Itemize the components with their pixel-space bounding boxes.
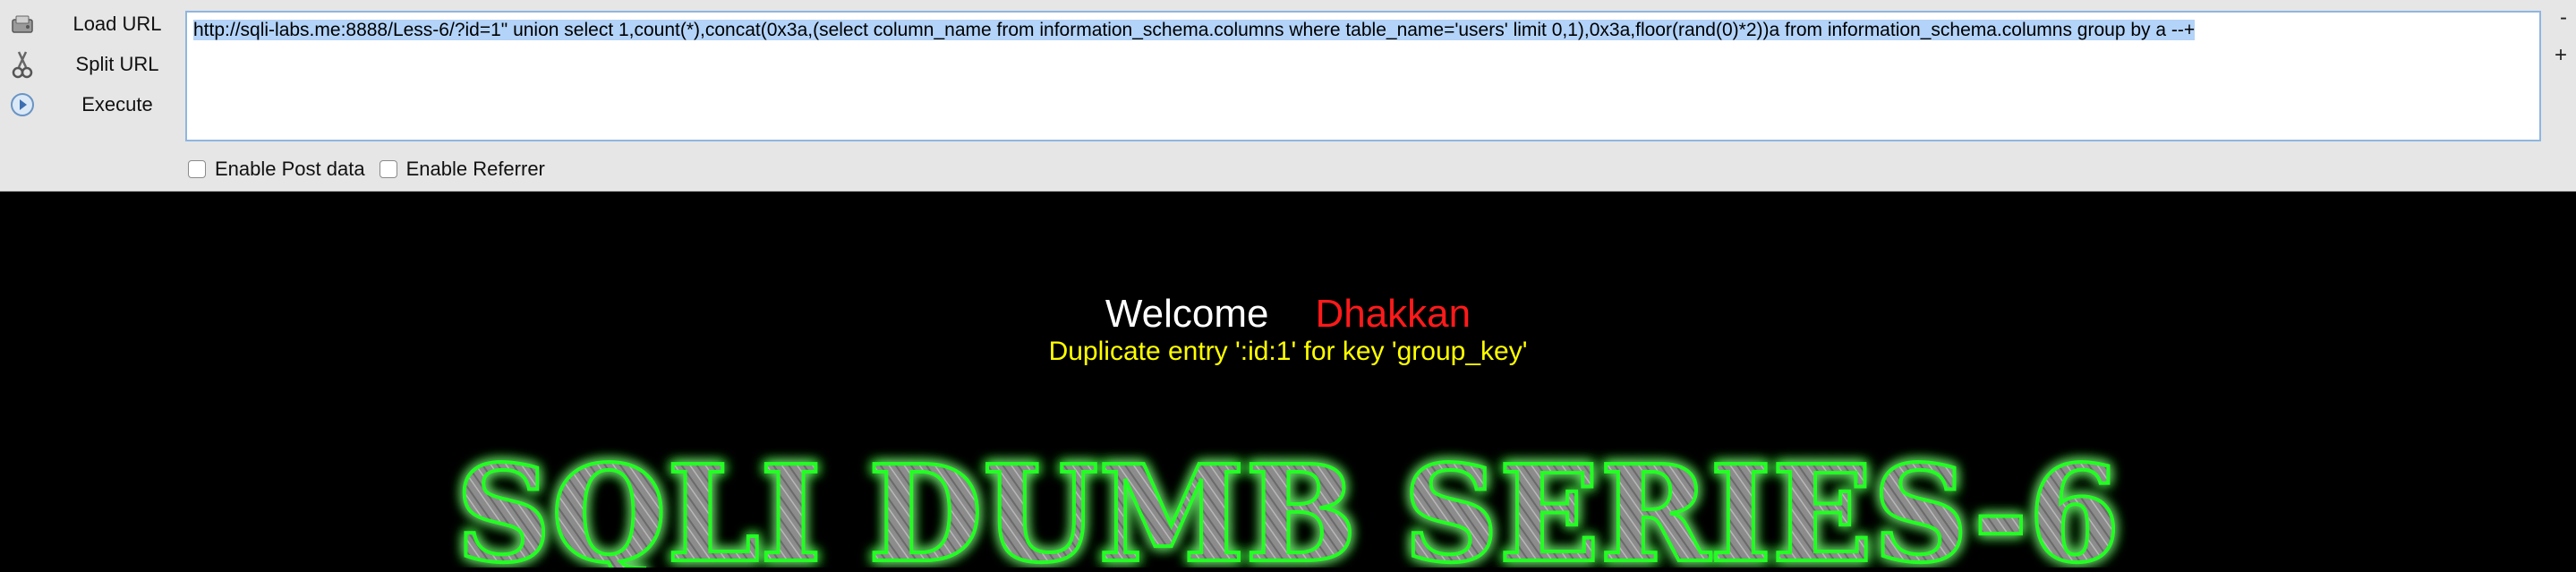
url-text: http://sqli-labs.me:8888/Less-6/?id=1" u… — [193, 20, 2196, 40]
load-url-button[interactable]: Load URL — [7, 5, 162, 43]
welcome-line: Welcome Dhakkan — [0, 292, 2576, 337]
execute-label: Execute — [81, 93, 153, 115]
welcome-label: Welcome — [1105, 292, 1269, 336]
title-banner: SQLI DUMB SERIES-6 — [0, 434, 2576, 572]
error-message: Duplicate entry ':id:1' for key 'group_k… — [1048, 337, 1528, 366]
enable-post-data-checkbox[interactable]: Enable Post data — [188, 158, 365, 181]
split-url-icon — [7, 49, 38, 80]
post-data-label: Enable Post data — [215, 158, 365, 180]
enable-referrer-checkbox[interactable]: Enable Referrer — [379, 158, 545, 181]
url-textarea[interactable]: http://sqli-labs.me:8888/Less-6/?id=1" u… — [185, 11, 2541, 141]
shrink-button[interactable]: - — [2560, 5, 2567, 30]
referrer-checkbox-box[interactable] — [379, 160, 397, 178]
hackbar-toolbar: Load URL Split URL Execute http://sqli-l… — [0, 0, 2576, 192]
user-name: Dhakkan — [1315, 292, 1471, 336]
post-data-checkbox-box[interactable] — [188, 160, 206, 178]
page-content: Welcome Dhakkan Duplicate entry ':id:1' f… — [0, 192, 2576, 572]
banner-title-text: SQLI DUMB SERIES-6 — [456, 442, 2120, 568]
split-url-label: Split URL — [75, 53, 159, 75]
referrer-label: Enable Referrer — [405, 158, 545, 180]
execute-icon — [7, 90, 38, 120]
split-url-button[interactable]: Split URL — [7, 46, 158, 83]
load-url-label: Load URL — [73, 13, 162, 35]
expand-button[interactable]: + — [2555, 43, 2567, 68]
load-url-icon — [7, 9, 38, 39]
options-row: Enable Post data Enable Referrer — [188, 158, 559, 181]
execute-button[interactable]: Execute — [7, 86, 153, 124]
